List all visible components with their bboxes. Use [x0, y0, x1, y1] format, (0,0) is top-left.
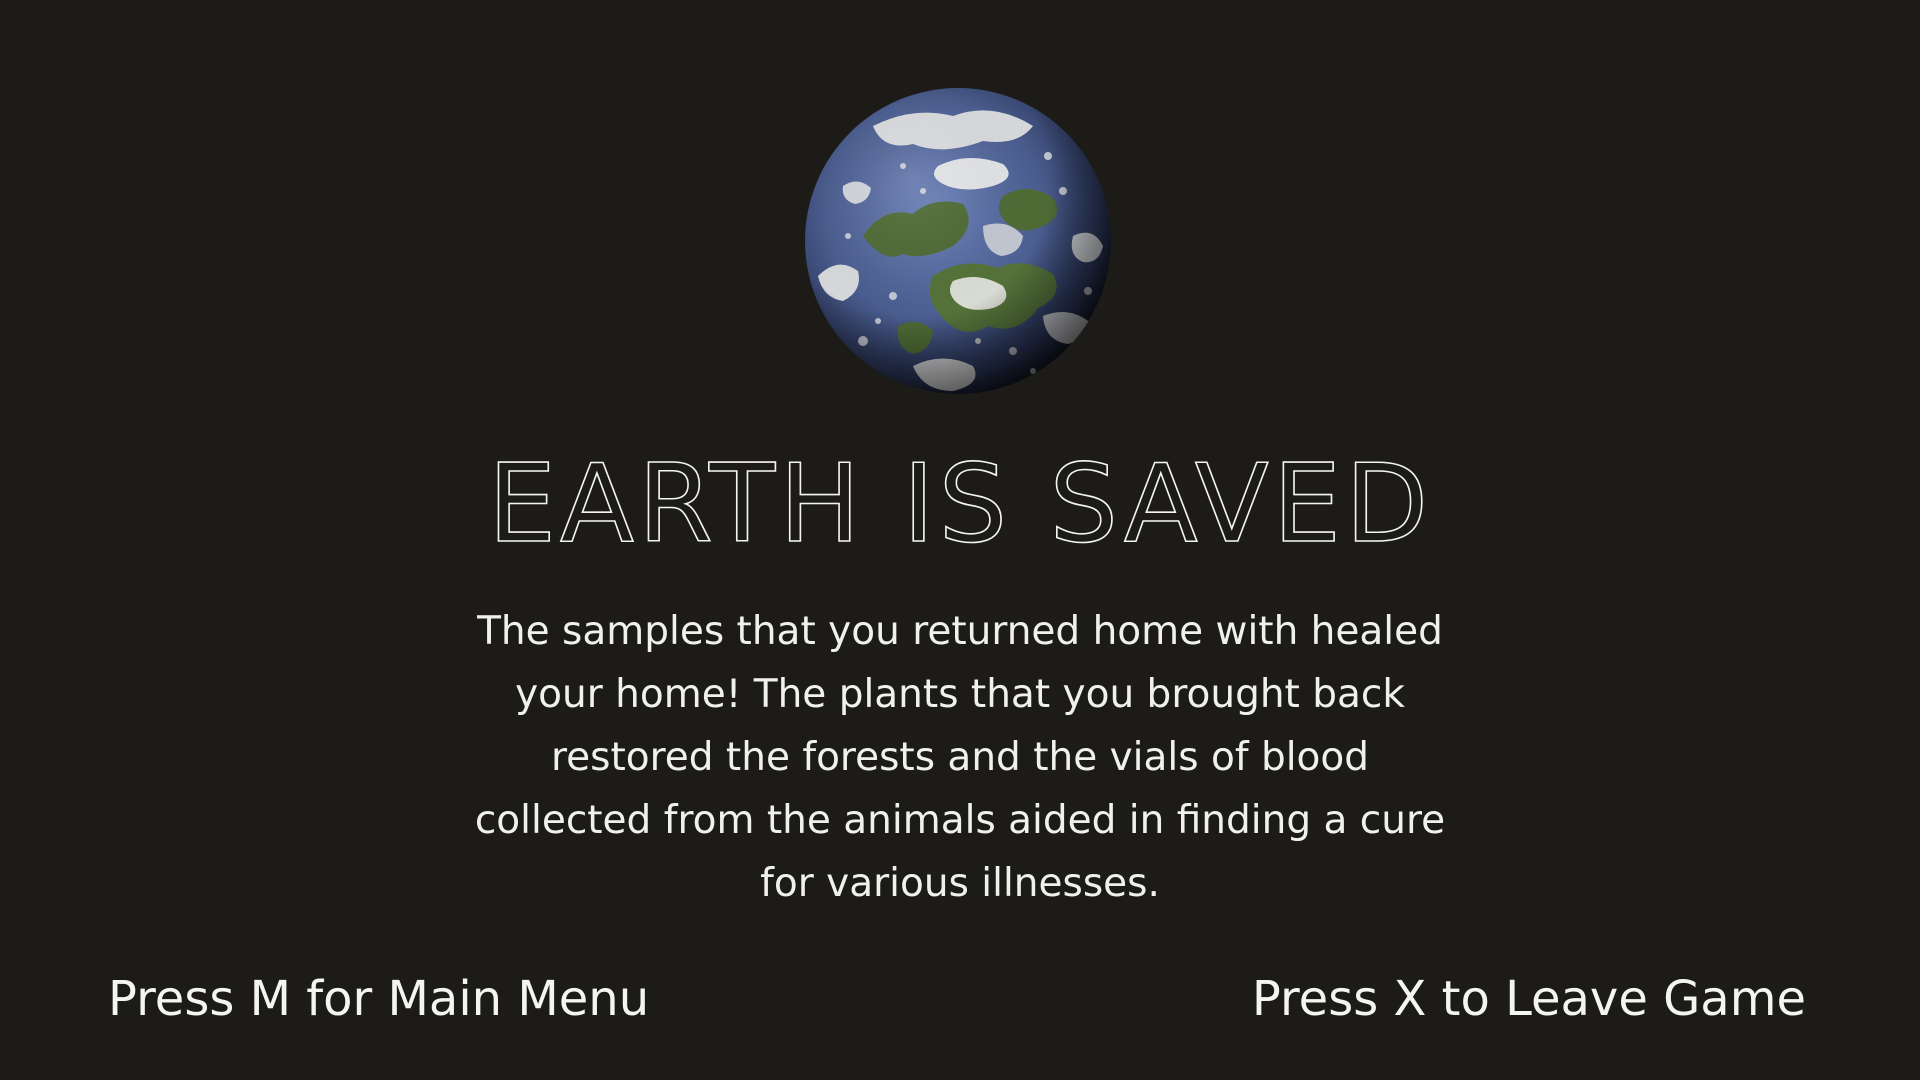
story-text: The samples that you returned home with …	[410, 600, 1510, 915]
earth-globe-icon	[805, 88, 1111, 394]
story-line: restored the forests and the vials of bl…	[550, 735, 1370, 780]
story-line: collected from the animals aided in find…	[474, 798, 1446, 843]
story-line: your home! The plants that you brought b…	[515, 672, 1405, 717]
story-line: for various illnesses.	[760, 861, 1160, 906]
page-title: EARTH IS SAVED	[487, 441, 1433, 568]
earth-globe	[803, 86, 1113, 396]
leave-game-prompt[interactable]: Press X to Leave Game	[1252, 968, 1806, 1030]
story-line: The samples that you returned home with …	[477, 609, 1443, 654]
main-menu-prompt[interactable]: Press M for Main Menu	[108, 968, 649, 1030]
